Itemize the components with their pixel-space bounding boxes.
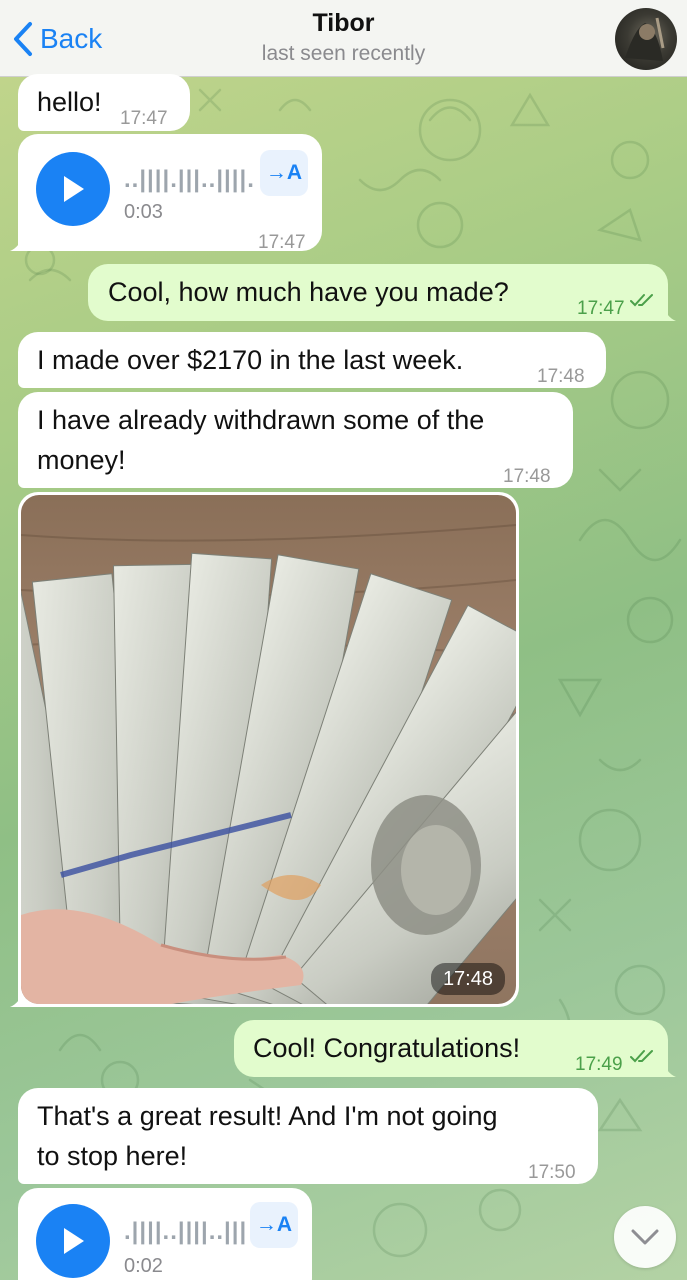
voice-message-bubble[interactable]: .||||..||||..||| 0:02 →A — [18, 1188, 312, 1280]
message-text: Cool, how much have you made? — [108, 277, 509, 307]
avatar[interactable] — [615, 8, 677, 70]
message-bubble-incoming[interactable]: I made over $2170 in the last week. 17:4… — [18, 332, 606, 388]
message-time: 17:47 — [120, 108, 168, 129]
play-button[interactable] — [36, 152, 110, 226]
bubble-tail — [10, 233, 24, 251]
message-time: 17:47 — [577, 298, 625, 319]
play-icon — [64, 176, 84, 202]
bubble-tail — [662, 303, 676, 321]
message-text: Cool! Congratulations! — [253, 1033, 521, 1063]
cash-fan-photo — [21, 495, 516, 1004]
chat-header: Back Tibor last seen recently — [0, 0, 687, 77]
message-text: hello! — [37, 87, 102, 117]
message-text-line-2: to stop here! — [37, 1141, 188, 1171]
message-time: 17:48 — [503, 466, 551, 487]
transcribe-button[interactable]: →A — [250, 1202, 298, 1248]
photo-time: 17:48 — [430, 963, 505, 995]
double-check-icon — [630, 1050, 653, 1063]
double-check-icon — [630, 294, 653, 307]
message-time: 17:48 — [537, 366, 585, 387]
message-time: 17:47 — [258, 232, 306, 253]
chevron-down-icon — [631, 1229, 659, 1245]
chat-screen: Back Tibor last seen recently hello! 17:… — [0, 0, 687, 1280]
contact-status: last seen recently — [261, 42, 426, 65]
message-bubble-incoming[interactable]: hello! 17:47 — [18, 74, 190, 131]
play-icon — [64, 1228, 84, 1254]
contact-name[interactable]: Tibor — [0, 9, 687, 38]
message-time: 17:49 — [575, 1054, 623, 1075]
message-text-line-2: money! — [37, 445, 126, 475]
message-bubble-incoming[interactable]: I have already withdrawn some of the mon… — [18, 392, 573, 488]
transcribe-button[interactable]: →A — [260, 150, 308, 196]
message-text-line-1: I have already withdrawn some of the — [37, 405, 485, 435]
avatar-photo — [625, 17, 665, 61]
photo-message-bubble[interactable]: 17:48 — [10, 492, 519, 1007]
scroll-to-bottom-button[interactable] — [614, 1206, 676, 1268]
message-time: 17:50 — [528, 1162, 576, 1183]
voice-message-bubble[interactable]: ..||||.|||..||||. 0:03 →A 17:47 — [10, 134, 322, 253]
message-text: I made over $2170 in the last week. — [37, 345, 464, 375]
play-button[interactable] — [36, 1204, 110, 1278]
message-bubble-incoming[interactable]: That's a great result! And I'm not going… — [18, 1088, 598, 1184]
bubble-tail — [662, 1059, 676, 1077]
photo-image — [21, 495, 516, 1004]
voice-duration: 0:03 — [124, 201, 163, 223]
message-text-line-1: That's a great result! And I'm not going — [37, 1101, 498, 1131]
voice-duration: 0:02 — [124, 1255, 163, 1277]
message-bubble-outgoing[interactable]: Cool! Congratulations! 17:49 — [234, 1020, 676, 1077]
message-bubble-outgoing[interactable]: Cool, how much have you made? 17:47 — [88, 264, 676, 321]
